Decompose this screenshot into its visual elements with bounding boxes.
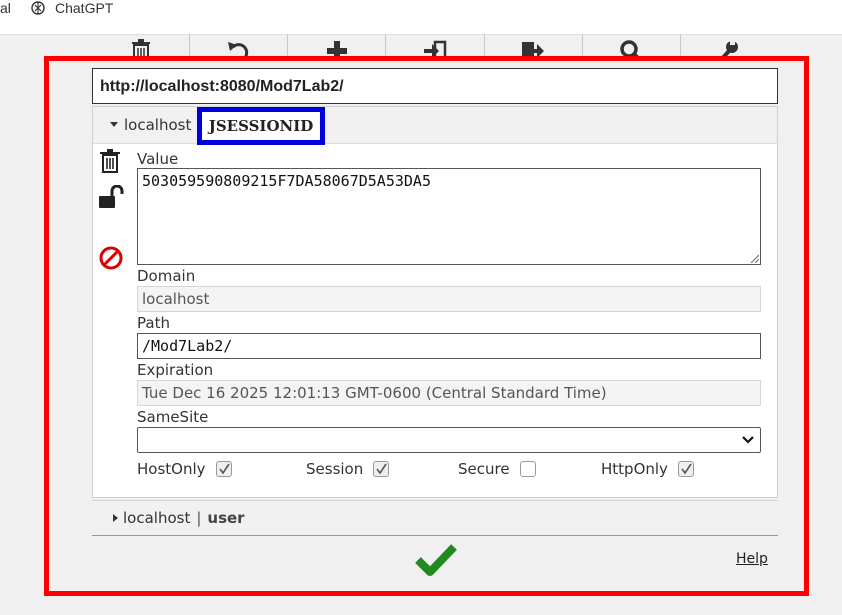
secure-option: Secure <box>458 460 536 478</box>
cookie-row-user: localhost | user <box>123 509 245 527</box>
cookie-header-jsessionid[interactable]: localhost JSESSIONID <box>93 107 777 145</box>
value-label: Value <box>137 150 179 168</box>
check-mark-icon <box>376 463 387 475</box>
session-checkbox[interactable] <box>373 461 390 477</box>
help-link[interactable]: Help <box>736 551 768 567</box>
cookie-separator: | <box>196 509 202 527</box>
chevron-down-icon <box>742 436 754 444</box>
expiration-field: Tue Dec 16 2025 12:01:13 GMT-0600 (Centr… <box>137 380 761 406</box>
chatgpt-logo-icon <box>31 1 45 15</box>
cookie-name: user <box>207 509 245 527</box>
domain-field: localhost <box>137 286 761 312</box>
httponly-label: HttpOnly <box>601 460 668 478</box>
value-textarea[interactable]: 503059590809215F7DA58067D5A53DA5 <box>137 168 761 265</box>
cookie-panel-jsessionid: localhost JSESSIONID Value 5030595908092… <box>92 106 778 498</box>
httponly-checkbox[interactable] <box>677 461 694 477</box>
check-mark-icon <box>218 463 230 475</box>
hostonly-checkbox[interactable] <box>215 461 232 477</box>
session-label: Session <box>306 460 364 478</box>
cookie-header-user[interactable]: localhost | user <box>92 500 778 536</box>
resize-grip-icon[interactable] <box>749 253 759 263</box>
cookie-name-highlight: JSESSIONID <box>197 107 325 145</box>
value-text: 503059590809215F7DA58067D5A53DA5 <box>142 172 431 190</box>
secure-label: Secure <box>458 460 510 478</box>
secure-checkbox[interactable] <box>519 461 536 477</box>
unlock-icon[interactable] <box>98 185 126 209</box>
bookmark-partial[interactable]: al <box>0 0 11 16</box>
hostonly-option: HostOnly <box>137 460 232 478</box>
expiration-label: Expiration <box>137 361 214 379</box>
bookmark-chatgpt[interactable]: ChatGPT <box>30 0 113 16</box>
httponly-option: HttpOnly <box>601 460 694 478</box>
block-icon[interactable] <box>98 245 124 271</box>
bookmarks-bar: al ChatGPT <box>0 0 842 35</box>
caret-right-icon <box>113 514 118 522</box>
path-field[interactable]: /Mod7Lab2/ <box>137 333 761 359</box>
cookie-name: JSESSIONID <box>208 117 314 135</box>
check-mark-icon <box>681 463 692 475</box>
url-display: http://localhost:8080/Mod7Lab2/ <box>92 68 778 104</box>
caret-down-icon <box>110 122 118 127</box>
hostonly-label: HostOnly <box>137 460 206 478</box>
delete-cookie-icon[interactable] <box>99 149 121 173</box>
path-label: Path <box>137 314 170 332</box>
samesite-label: SameSite <box>137 408 209 426</box>
cookie-host: localhost <box>123 509 191 527</box>
session-option: Session <box>306 460 390 478</box>
confirm-check-icon[interactable] <box>415 543 457 577</box>
bookmark-chatgpt-label: ChatGPT <box>55 0 114 16</box>
domain-label: Domain <box>137 267 196 285</box>
cookie-host: localhost <box>124 116 192 134</box>
samesite-select[interactable] <box>137 427 761 453</box>
